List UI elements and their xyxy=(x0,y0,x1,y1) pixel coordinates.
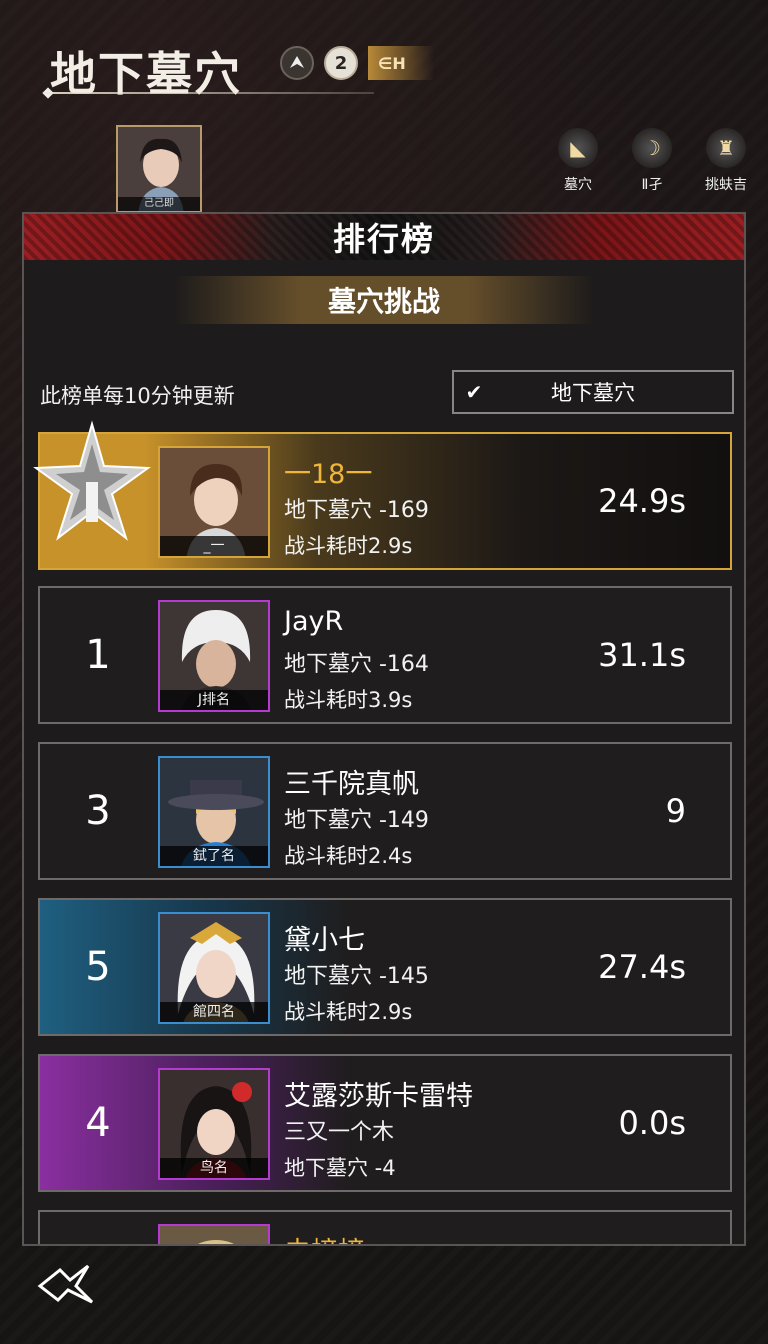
portrait-caption: J排名 xyxy=(160,690,268,710)
panel-header: 排行榜 xyxy=(24,214,744,260)
nav-item-tomb[interactable]: ◣ 墓穴 xyxy=(550,128,606,194)
leaderboard-panel: 排行榜 墓穴挑战 此榜单每10分钟更新 ✔ 地下墓穴 _一 一18一 地下墓穴 … xyxy=(22,212,746,1246)
rank-number: 3 xyxy=(85,788,111,834)
rank-row-partial[interactable]: 未榜榜 xyxy=(38,1210,732,1244)
score: 9 xyxy=(665,792,686,830)
update-notice: 此榜单每10分钟更新 xyxy=(40,384,235,408)
portrait-caption: 館四名 xyxy=(160,1002,268,1022)
score: 31.1s xyxy=(598,636,686,674)
dungeon-level: 地下墓穴 -149 xyxy=(284,808,429,833)
rank-number: 1 xyxy=(85,632,111,678)
player-portrait: 鉽了名 xyxy=(158,756,270,868)
select-value: 地下墓穴 xyxy=(551,381,635,405)
player-portrait: _一 xyxy=(158,446,270,558)
battle-time: 战斗耗时3.9s xyxy=(284,688,413,712)
portrait-caption: _一 xyxy=(160,536,268,556)
portrait-caption: 鉽了名 xyxy=(160,846,268,866)
currency-badge: ∈H xyxy=(368,46,434,80)
spirit-icon: ◣ xyxy=(558,128,598,168)
player-portrait: 館四名 xyxy=(158,912,270,1024)
player-name: 一18一 xyxy=(284,459,373,490)
battle-time: 战斗耗时2.9s xyxy=(284,534,413,558)
rank-row[interactable]: 3 鉽了名 三千院真帆 地下墓穴 -149 战斗耗时2.4s 9 xyxy=(38,742,732,880)
right-nav: ◣ 墓穴 ☽ Ⅱ孑 ♜ 挑蚨吉 xyxy=(550,128,754,194)
claw-icon[interactable] xyxy=(280,46,314,80)
game-logo-icon[interactable] xyxy=(36,1262,96,1315)
dungeon-level: 地下墓穴 -4 xyxy=(284,1156,396,1180)
player-name: 己己即 xyxy=(118,197,200,211)
guild-name: 三又一个木 xyxy=(284,1120,395,1145)
rank-row[interactable]: 5 館四名 黛小七 地下墓穴 -145 战斗耗时2.9s 27.4s xyxy=(38,898,732,1036)
star-rank-icon xyxy=(33,420,151,541)
player-name: 三千院真帆 xyxy=(284,769,419,800)
score: 27.4s xyxy=(598,948,686,986)
crescent-icon: ☽ xyxy=(632,128,672,168)
nav-item-moon[interactable]: ☽ Ⅱ孑 xyxy=(624,128,680,194)
score: 24.9s xyxy=(598,482,686,520)
player-name: 未榜榜 xyxy=(284,1230,365,1244)
top-icons: 2 ∈H xyxy=(280,46,434,80)
score: 0.0s xyxy=(618,1104,686,1142)
dungeon-level: 地下墓穴 -169 xyxy=(284,498,429,523)
page-title: 地下墓穴 xyxy=(50,47,242,101)
dungeon-level: 地下墓穴 -145 xyxy=(284,964,429,989)
battle-time: 战斗耗时2.9s xyxy=(284,1000,413,1024)
nav-label: 墓穴 xyxy=(564,177,592,193)
check-icon: ✔ xyxy=(465,380,483,404)
level-badge: 2 xyxy=(324,46,358,80)
panel-title: 排行榜 xyxy=(332,220,435,258)
nav-label: Ⅱ孑 xyxy=(641,177,663,193)
my-rank-row[interactable]: _一 一18一 地下墓穴 -169 战斗耗时2.9s 24.9s xyxy=(33,420,732,570)
portrait-icon xyxy=(160,1226,268,1244)
player-name: JayR xyxy=(284,606,344,637)
title-underline xyxy=(44,92,374,94)
figure-icon: ♜ xyxy=(706,128,746,168)
player-portrait: 鸟名 xyxy=(158,1068,270,1180)
rank-row[interactable]: 1 J排名 JayR 地下墓穴 -164 战斗耗时3.9s 31.1s xyxy=(38,586,732,724)
panel-subtitle: 墓穴挑战 xyxy=(174,276,594,324)
dungeon-level: 地下墓穴 -164 xyxy=(284,652,429,677)
portrait-caption: 鸟名 xyxy=(160,1158,268,1178)
dungeon-select[interactable]: ✔ 地下墓穴 xyxy=(452,370,734,414)
nav-item-challenge[interactable]: ♜ 挑蚨吉 xyxy=(698,128,754,194)
player-name: 黛小七 xyxy=(284,925,365,956)
player-portrait: J排名 xyxy=(158,600,270,712)
nav-label: 挑蚨吉 xyxy=(705,177,747,193)
player-name: 艾露莎斯卡雷特 xyxy=(284,1081,473,1112)
player-avatar[interactable]: 己己即 xyxy=(116,125,202,213)
player-portrait xyxy=(158,1224,270,1244)
rank-row[interactable]: 4 鸟名 艾露莎斯卡雷特 三又一个木 地下墓穴 -4 0.0s xyxy=(38,1054,732,1192)
rank-number: 4 xyxy=(85,1100,111,1146)
rank-number: 5 xyxy=(85,944,111,990)
battle-time: 战斗耗时2.4s xyxy=(284,844,413,868)
